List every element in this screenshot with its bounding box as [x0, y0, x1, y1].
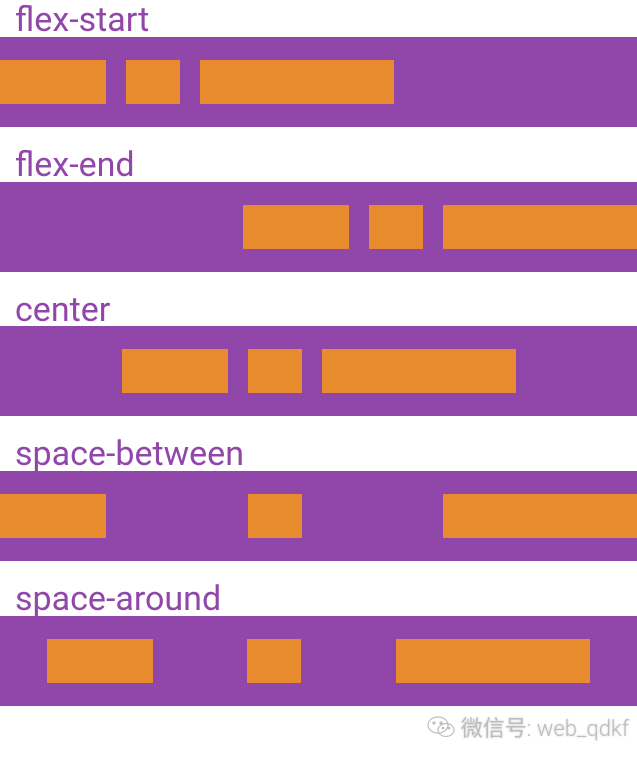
section-label: center	[0, 290, 637, 331]
flex-item	[0, 494, 106, 538]
flex-item	[47, 639, 153, 683]
flex-item	[248, 494, 302, 538]
wechat-icon	[427, 715, 455, 739]
flex-container	[0, 471, 637, 561]
section-label: flex-end	[0, 145, 637, 186]
flex-item	[0, 60, 106, 104]
flex-item	[248, 349, 302, 393]
flex-item	[443, 494, 637, 538]
flex-section-flex-end: flex-end	[0, 145, 637, 272]
watermark: 微信号: web_qdkf	[427, 711, 629, 743]
section-label: flex-start	[0, 0, 637, 41]
flex-section-center: center	[0, 290, 637, 417]
flex-section-space-around: space-around	[0, 579, 637, 706]
section-label: space-around	[0, 579, 637, 620]
flex-item	[443, 205, 637, 249]
flex-item	[200, 60, 394, 104]
flex-container	[0, 326, 637, 416]
flex-item	[247, 639, 301, 683]
watermark-text: 微信号: web_qdkf	[461, 711, 629, 743]
flex-container	[0, 37, 637, 127]
flex-item	[243, 205, 349, 249]
flex-container	[0, 182, 637, 272]
flex-item	[322, 349, 516, 393]
flex-section-space-between: space-between	[0, 434, 637, 561]
flex-item	[396, 639, 590, 683]
flex-section-flex-start: flex-start	[0, 0, 637, 127]
flex-item	[126, 60, 180, 104]
section-label: space-between	[0, 434, 637, 475]
flex-item	[122, 349, 228, 393]
flex-item	[369, 205, 423, 249]
flex-container	[0, 616, 637, 706]
